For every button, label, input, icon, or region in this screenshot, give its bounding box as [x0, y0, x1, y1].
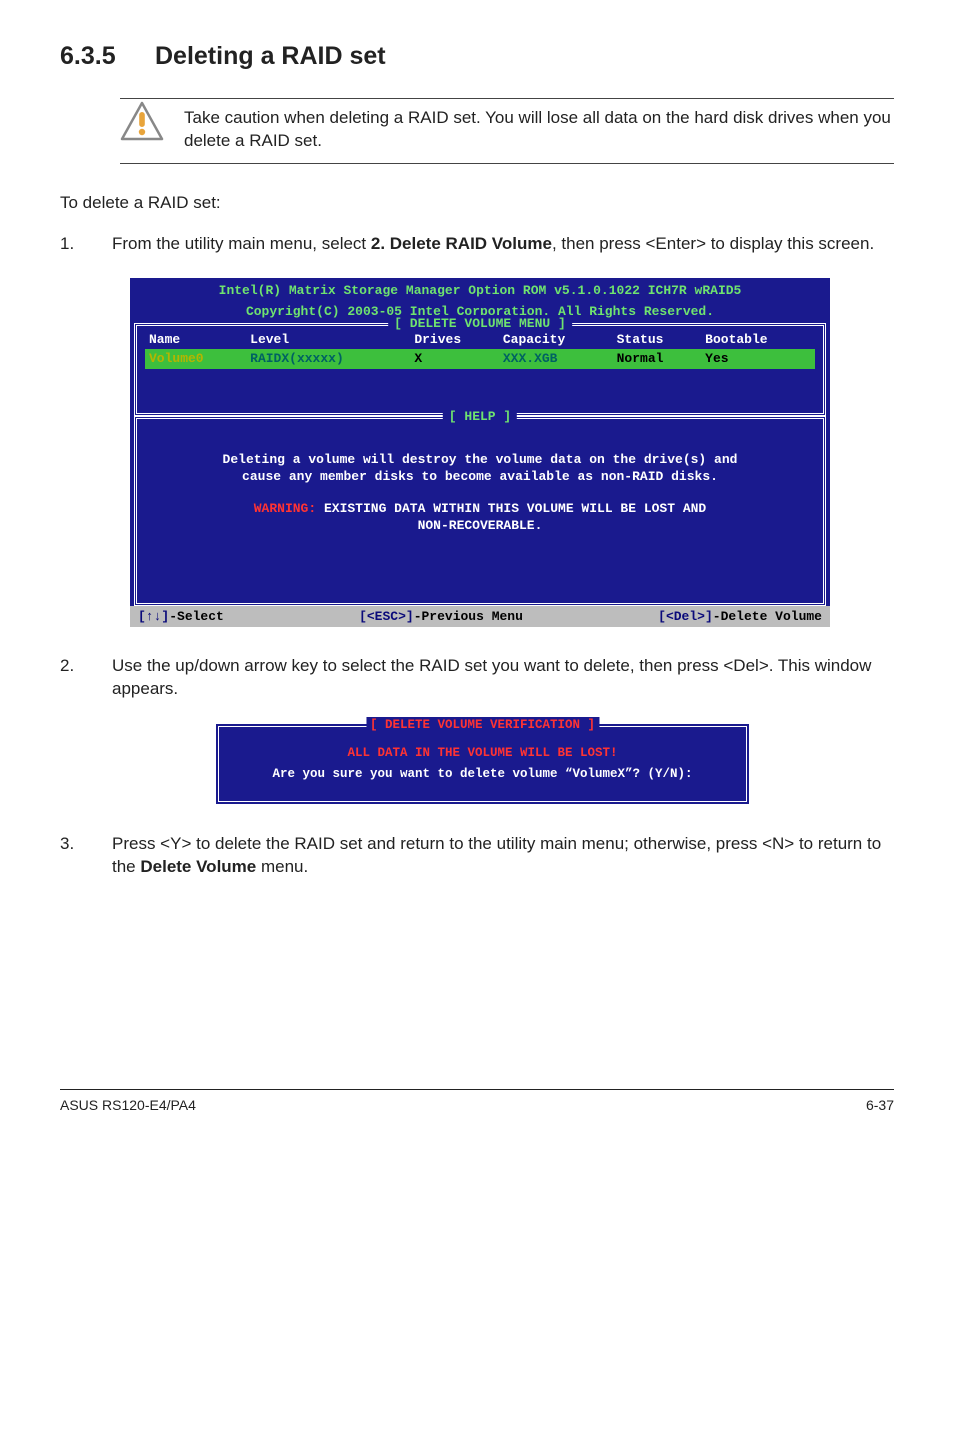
bios-help-label: [ HELP ]	[443, 408, 517, 426]
table-header-row: Name Level Drives Capacity Status Bootab…	[145, 330, 815, 350]
footer-previous: [<ESC>]-Previous Menu	[359, 608, 523, 626]
help-text-line1: Deleting a volume will destroy the volum…	[151, 451, 809, 469]
section-title: Deleting a RAID set	[155, 42, 386, 70]
section-number: 6.3.5	[60, 40, 155, 74]
step-2: 2. Use the up/down arrow key to select t…	[60, 655, 894, 701]
step-number: 1.	[60, 233, 80, 256]
step-number: 2.	[60, 655, 80, 701]
bios-volume-frame: [ DELETE VOLUME MENU ] Name Level Drives…	[134, 323, 826, 416]
intro-text: To delete a RAID set:	[60, 192, 894, 215]
step-text: From the utility main menu, select 2. De…	[112, 233, 894, 256]
footer-page-number: 6-37	[866, 1096, 894, 1115]
bios-verification-dialog: [ DELETE VOLUME VERIFICATION ] ALL DATA …	[215, 723, 750, 805]
page-footer: ASUS RS120-E4/PA4 6-37	[60, 1089, 894, 1115]
bios-help-frame: [ HELP ] Deleting a volume will destroy …	[134, 416, 826, 606]
caution-text: Take caution when deleting a RAID set. Y…	[184, 105, 894, 153]
bios-footer: [↑↓]-Select [<ESC>]-Previous Menu [<Del>…	[130, 606, 830, 628]
step-1: 1. From the utility main menu, select 2.…	[60, 233, 894, 256]
bios-frame-label: [ DELETE VOLUME MENU ]	[388, 315, 572, 333]
dialog-title: [ DELETE VOLUME VERIFICATION ]	[366, 717, 599, 734]
bios-volume-table: Name Level Drives Capacity Status Bootab…	[145, 330, 815, 369]
step-number: 3.	[60, 833, 80, 879]
help-text-line2: cause any member disks to become availab…	[151, 468, 809, 486]
dialog-warning: ALL DATA IN THE VOLUME WILL BE LOST!	[229, 745, 736, 762]
step-text: Use the up/down arrow key to select the …	[112, 655, 894, 701]
caution-callout: Take caution when deleting a RAID set. Y…	[120, 98, 894, 164]
warning-line2: NON-RECOVERABLE.	[151, 517, 809, 535]
step-text: Press <Y> to delete the RAID set and ret…	[112, 833, 894, 879]
bios-header-line1: Intel(R) Matrix Storage Manager Option R…	[130, 278, 830, 300]
dialog-question: Are you sure you want to delete volume “…	[229, 766, 736, 783]
footer-select: [↑↓]-Select	[138, 608, 224, 626]
step-3: 3. Press <Y> to delete the RAID set and …	[60, 833, 894, 879]
caution-icon	[120, 101, 164, 148]
footer-product: ASUS RS120-E4/PA4	[60, 1096, 196, 1115]
footer-delete: [<Del>]-Delete Volume	[658, 608, 822, 626]
section-heading: 6.3.5Deleting a RAID set	[60, 40, 894, 74]
bios-delete-volume-screen: Intel(R) Matrix Storage Manager Option R…	[130, 278, 830, 628]
table-row[interactable]: Volume0 RAIDX(xxxxx) X XXX.XGB Normal Ye…	[145, 349, 815, 369]
warning-line1: WARNING: EXISTING DATA WITHIN THIS VOLUM…	[151, 500, 809, 518]
